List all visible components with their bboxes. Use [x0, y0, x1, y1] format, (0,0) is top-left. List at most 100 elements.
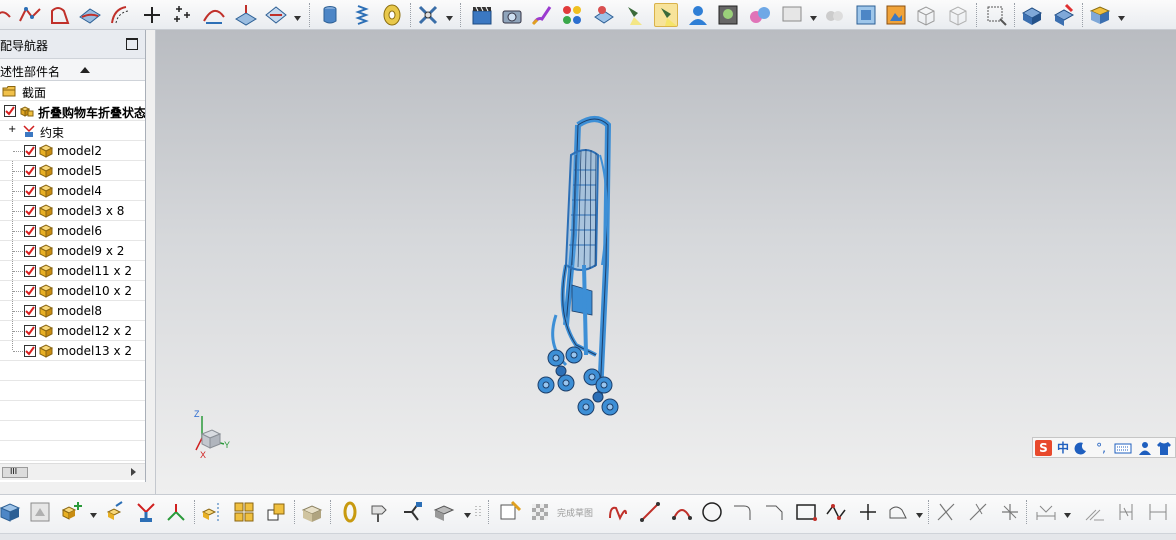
- curve-on-surface-icon[interactable]: [48, 3, 72, 27]
- curve-more-dropdown[interactable]: [294, 16, 301, 22]
- shirt-icon[interactable]: [1155, 440, 1173, 456]
- dimension-icon[interactable]: [1034, 500, 1058, 524]
- quick-extend-icon[interactable]: [966, 500, 990, 524]
- spring-icon[interactable]: [350, 3, 374, 27]
- polyline-icon[interactable]: [824, 500, 848, 524]
- surface-curve-icon[interactable]: [78, 3, 102, 27]
- ime-mode-toggle[interactable]: 中: [1055, 440, 1071, 456]
- curve-dropdown[interactable]: [916, 513, 923, 519]
- visibility-checkbox[interactable]: [24, 245, 36, 257]
- replace-component-icon[interactable]: [264, 500, 288, 524]
- scrollbar-thumb[interactable]: III: [2, 467, 28, 478]
- panel-splitter[interactable]: [146, 30, 156, 494]
- component-array-icon[interactable]: [232, 500, 256, 524]
- chamfer-icon[interactable]: [762, 500, 786, 524]
- visibility-checkbox[interactable]: [24, 165, 36, 177]
- spheres-icon[interactable]: [748, 3, 772, 27]
- offset-curve-icon[interactable]: [108, 3, 132, 27]
- finish-sketch-label[interactable]: 完成草图: [557, 506, 593, 519]
- shopping-cart-model[interactable]: [526, 115, 636, 425]
- wrench-icon[interactable]: [368, 500, 392, 524]
- washer-icon[interactable]: [380, 3, 404, 27]
- intersection-curve-icon[interactable]: [264, 3, 288, 27]
- edit-shaded-part-icon[interactable]: [1052, 3, 1076, 27]
- visibility-checkbox[interactable]: [24, 145, 36, 157]
- weld-assistant-icon[interactable]: [416, 3, 440, 27]
- display-mode-dropdown[interactable]: [810, 16, 817, 22]
- spotlight-icon[interactable]: [622, 3, 646, 27]
- visibility-checkbox[interactable]: [24, 185, 36, 197]
- paint-brush-icon[interactable]: [530, 3, 554, 27]
- tree-row-constraints[interactable]: + 约束: [0, 121, 145, 141]
- scroll-right-icon[interactable]: [131, 468, 136, 476]
- wireframe-box-2-icon[interactable]: [946, 3, 970, 27]
- show-constraints-icon[interactable]: [1114, 500, 1138, 524]
- tree-row-section[interactable]: 截面: [0, 81, 145, 101]
- bridge-curve-icon[interactable]: [202, 3, 226, 27]
- arc-tool-icon[interactable]: [0, 3, 14, 27]
- tree-row-part[interactable]: model9 x 2: [0, 241, 145, 261]
- display-mode-icon[interactable]: [780, 3, 804, 27]
- visibility-checkbox[interactable]: [4, 105, 16, 117]
- routing-icon[interactable]: [400, 500, 424, 524]
- sogou-logo-icon[interactable]: S: [1035, 440, 1052, 456]
- assembly-constraints-icon[interactable]: [134, 500, 158, 524]
- make-corner-icon[interactable]: [998, 500, 1022, 524]
- clip-icon[interactable]: [338, 500, 362, 524]
- circle-icon[interactable]: [700, 500, 724, 524]
- quick-trim-icon[interactable]: [934, 500, 958, 524]
- point-icon[interactable]: [140, 3, 164, 27]
- view-fit-icon[interactable]: [984, 3, 1008, 27]
- tree-row-part[interactable]: model8: [0, 301, 145, 321]
- tree-row-part[interactable]: model5: [0, 161, 145, 181]
- fillet-icon[interactable]: [730, 500, 754, 524]
- decal-icon[interactable]: [884, 3, 908, 27]
- ime-toolbar[interactable]: S 中 °,: [1032, 437, 1176, 458]
- dimension-dropdown[interactable]: [1064, 513, 1071, 519]
- tree-row-root-assembly[interactable]: 折叠购物车折叠状态: [0, 101, 145, 121]
- reference-set-icon[interactable]: [28, 500, 52, 524]
- expand-plus-icon[interactable]: +: [8, 125, 16, 135]
- finish-sketch-icon[interactable]: [528, 500, 552, 524]
- auto-dimension-icon[interactable]: [1146, 500, 1170, 524]
- visibility-checkbox[interactable]: [24, 345, 36, 357]
- visibility-checkbox[interactable]: [24, 205, 36, 217]
- wave-link-icon[interactable]: [432, 500, 456, 524]
- wireframe-box-icon[interactable]: [914, 3, 938, 27]
- offset-icon[interactable]: [886, 500, 910, 524]
- line-icon[interactable]: [638, 500, 662, 524]
- texture-icon[interactable]: [854, 3, 878, 27]
- tree-row-part[interactable]: model12 x 2: [0, 321, 145, 341]
- add-component-dropdown[interactable]: [90, 513, 97, 519]
- show-dof-icon[interactable]: [164, 500, 188, 524]
- user-icon[interactable]: [1137, 440, 1153, 456]
- mirror-assembly-icon[interactable]: [200, 500, 224, 524]
- color-palette-icon[interactable]: [560, 3, 584, 27]
- section-view-dropdown[interactable]: [1118, 16, 1125, 22]
- profile-icon[interactable]: [606, 500, 630, 524]
- user-avatar-icon[interactable]: [686, 3, 710, 27]
- visibility-checkbox[interactable]: [24, 265, 36, 277]
- punctuation-icon[interactable]: °,: [1091, 440, 1111, 456]
- visibility-checkbox[interactable]: [24, 305, 36, 317]
- studio-icon[interactable]: [822, 3, 846, 27]
- tree-row-part[interactable]: model6: [0, 221, 145, 241]
- keyboard-icon[interactable]: [1113, 440, 1133, 456]
- add-component-icon[interactable]: [60, 500, 84, 524]
- horizontal-scrollbar[interactable]: III: [0, 463, 145, 480]
- cylinder-icon[interactable]: [318, 3, 342, 27]
- move-component-icon[interactable]: [102, 500, 126, 524]
- assembly-navigator-icon[interactable]: [0, 500, 22, 524]
- more-commands-icon[interactable]: [470, 500, 494, 524]
- section-view-icon[interactable]: [1088, 3, 1112, 27]
- material-icon[interactable]: [592, 3, 616, 27]
- shaded-part-icon[interactable]: [1020, 3, 1044, 27]
- studio-spline-icon[interactable]: [18, 3, 42, 27]
- tree-row-part[interactable]: model4: [0, 181, 145, 201]
- moon-icon[interactable]: [1073, 440, 1089, 456]
- background-image-icon[interactable]: [716, 3, 740, 27]
- tree-row-part[interactable]: model2: [0, 141, 145, 161]
- tree-row-part[interactable]: model10 x 2: [0, 281, 145, 301]
- weld-more-dropdown[interactable]: [446, 16, 453, 22]
- visibility-checkbox[interactable]: [24, 225, 36, 237]
